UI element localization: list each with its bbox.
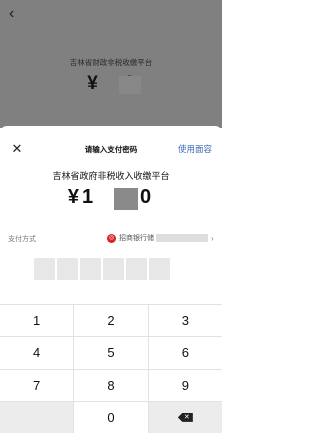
sheet-title: 请输入支付密码 (84, 145, 138, 154)
key-5[interactable]: 5 (74, 337, 148, 369)
background-merchant-name: 吉林省财政非税收缴平台 (69, 58, 153, 67)
payment-password-sheet: ✕ 请输入支付密码 使用面容 吉林省政府非税收入收缴平台 ¥1 )0 支付方式 … (0, 126, 222, 433)
key-2[interactable]: 2 (74, 305, 148, 337)
payment-method-label: 支付方式 (8, 236, 36, 243)
merchant-name: 吉林省政府非税收入收缴平台 (52, 171, 170, 181)
key-9[interactable]: 9 (148, 369, 222, 401)
password-input[interactable] (34, 258, 170, 280)
password-cell (126, 258, 147, 280)
password-cell (80, 258, 101, 280)
background-page: ‹ 吉林省财政非税收缴平台 ¥ 0 (0, 0, 222, 128)
use-face-id-button[interactable]: 使用面容 (178, 143, 212, 155)
password-cell (34, 258, 55, 280)
key-0[interactable]: 0 (74, 401, 148, 433)
redaction-mask (119, 76, 141, 94)
chevron-right-icon: › (211, 233, 214, 243)
backspace-icon: ✕ (177, 412, 193, 422)
key-8[interactable]: 8 (74, 369, 148, 401)
background-amount: ¥ 0 (87, 73, 135, 94)
key-4[interactable]: 4 (0, 337, 74, 369)
numeric-keypad: 1 2 3 4 5 6 7 8 9 0 ✕ (0, 304, 222, 433)
password-cell (149, 258, 170, 280)
delete-key[interactable]: ✕ (148, 401, 222, 433)
key-1[interactable]: 1 (0, 305, 74, 337)
bank-name: 招商银行储 (119, 235, 154, 242)
back-icon[interactable]: ‹ (9, 4, 25, 24)
key-blank (0, 401, 74, 433)
payment-amount: ¥1 )0 (67, 186, 155, 208)
key-6[interactable]: 6 (148, 337, 222, 369)
key-7[interactable]: 7 (0, 369, 74, 401)
redaction-mask (156, 234, 208, 242)
bank-logo-icon: ◎ (107, 233, 116, 243)
redaction-mask (114, 188, 138, 210)
close-icon[interactable]: ✕ (10, 142, 24, 156)
password-cell (103, 258, 124, 280)
key-3[interactable]: 3 (148, 305, 222, 337)
password-cell (57, 258, 78, 280)
payment-method-selector[interactable]: ◎ 招商银行储 › (107, 232, 214, 244)
